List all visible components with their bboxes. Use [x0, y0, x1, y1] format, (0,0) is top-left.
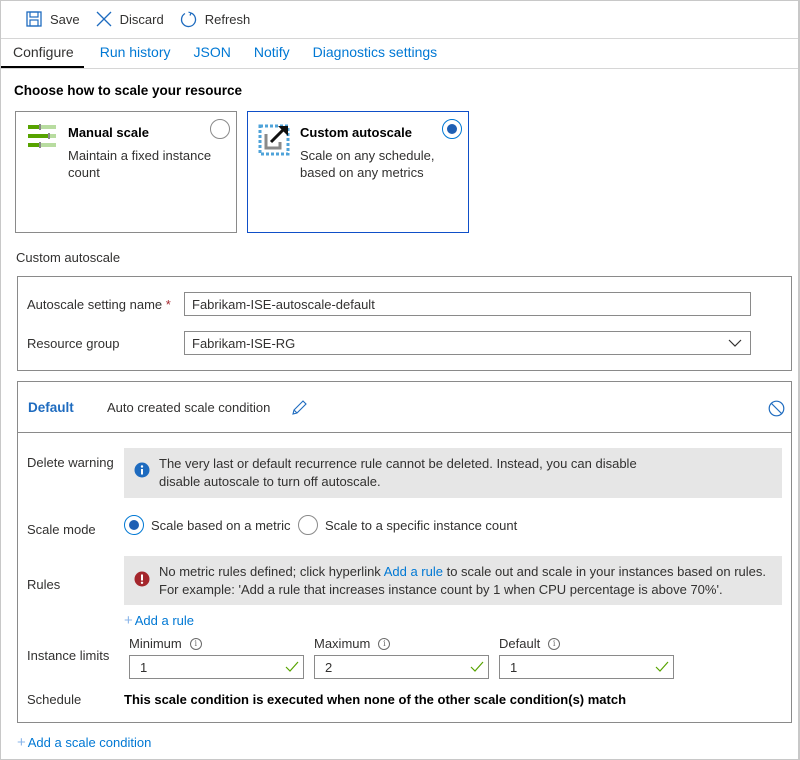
custom-autoscale-icon	[258, 124, 290, 156]
scale-mode-count-label: Scale to a specific instance count	[325, 517, 518, 533]
info-icon	[134, 462, 150, 478]
add-scale-condition-link[interactable]: + Add a scale condition	[17, 734, 151, 751]
instance-limits-label: Instance limits	[27, 648, 110, 663]
manual-scale-description: Maintain a fixed instance count	[68, 148, 212, 180]
manual-scale-radio[interactable]	[210, 119, 230, 139]
scale-mode-metric-label: Scale based on a metric	[151, 517, 291, 533]
scale-mode-count-radio[interactable]	[298, 515, 318, 535]
default-label: Default i	[499, 636, 561, 651]
checkmark-icon	[285, 661, 299, 672]
custom-autoscale-title: Custom autoscale	[300, 125, 412, 140]
scale-condition-header: Default Auto created scale condition	[18, 382, 791, 433]
custom-autoscale-description: Scale on any schedule, based on any metr…	[300, 148, 435, 180]
save-button[interactable]: Save	[26, 11, 80, 27]
add-scale-condition-label: Add a scale condition	[27, 735, 152, 750]
schedule-text: This scale condition is executed when no…	[124, 692, 627, 707]
edit-pencil-icon[interactable]	[290, 399, 308, 417]
chevron-down-icon	[728, 339, 742, 347]
condition-name: Auto created scale condition	[107, 400, 271, 415]
rules-message: No metric rules defined; click hyperlink…	[124, 556, 782, 605]
checkmark-icon	[655, 661, 669, 672]
default-value: 1	[510, 659, 518, 675]
save-icon	[26, 11, 42, 27]
scale-mode-metric-radio[interactable]	[124, 515, 144, 535]
delete-warning-line2: disable autoscale to turn off autoscale.	[159, 474, 381, 489]
minimum-input[interactable]: 1	[129, 655, 304, 679]
default-input[interactable]: 1	[499, 655, 674, 679]
autoscale-setting-name-value: Fabrikam-ISE-autoscale-default	[192, 296, 375, 312]
tab-bar: Configure Run history JSON Notify Diagno…	[0, 39, 800, 69]
refresh-button[interactable]: Refresh	[180, 10, 251, 28]
scale-choice-heading: Choose how to scale your resource	[14, 83, 243, 98]
rules-label: Rules	[27, 577, 61, 592]
plus-icon: +	[124, 612, 133, 629]
rules-msg-pre: No metric rules defined; click hyperlink	[159, 564, 384, 579]
tab-json[interactable]: JSON	[181, 44, 238, 68]
scale-mode-label: Scale mode	[27, 522, 96, 537]
resource-group-dropdown[interactable]: Fabrikam-ISE-RG	[184, 331, 751, 355]
error-icon	[134, 571, 150, 587]
delete-warning-message: The very last or default recurrence rule…	[124, 448, 782, 498]
condition-title: Default	[28, 400, 74, 415]
maximum-value: 2	[325, 659, 333, 675]
disable-icon[interactable]	[768, 400, 785, 417]
minimum-label: Minimum i	[129, 636, 202, 651]
discard-label: Discard	[119, 11, 164, 27]
rules-message-line2: For example: 'Add a rule that increases …	[159, 582, 723, 597]
custom-autoscale-radio[interactable]	[442, 119, 462, 139]
scale-mode-count-option[interactable]: Scale to a specific instance count	[298, 515, 517, 535]
command-bar: Save Discard Refresh	[0, 0, 800, 39]
add-rule-label: Add a rule	[134, 613, 195, 628]
refresh-label: Refresh	[204, 11, 251, 27]
scale-mode-metric-option[interactable]: Scale based on a metric	[124, 515, 290, 535]
tab-diagnostics-settings[interactable]: Diagnostics settings	[300, 44, 445, 68]
manual-scale-card[interactable]: Manual scale Maintain a fixed instance c…	[15, 111, 237, 233]
add-rule-inline-link[interactable]: Add a rule	[384, 564, 443, 579]
info-tooltip-icon[interactable]: i	[548, 637, 561, 650]
refresh-icon	[180, 10, 196, 27]
required-marker: *	[165, 297, 171, 312]
manual-scale-title: Manual scale	[68, 125, 149, 140]
maximum-input[interactable]: 2	[314, 655, 489, 679]
add-rule-link[interactable]: + Add a rule	[124, 612, 194, 629]
save-label: Save	[50, 11, 80, 27]
maximum-label: Maximum i	[314, 636, 391, 651]
schedule-label: Schedule	[27, 692, 82, 707]
minimum-label-text: Minimum	[129, 636, 182, 651]
custom-autoscale-section-label: Custom autoscale	[16, 250, 121, 265]
default-label-text: Default	[499, 636, 541, 651]
delete-warning-label: Delete warning	[27, 455, 114, 470]
delete-warning-line1: The very last or default recurrence rule…	[159, 456, 637, 471]
manual-scale-sliders-icon	[28, 124, 56, 148]
resource-group-label: Resource group	[27, 336, 120, 351]
setting-name-label: Autoscale setting name *	[27, 297, 171, 312]
scale-condition-box: Default Auto created scale condition Del…	[17, 381, 792, 723]
info-tooltip-icon[interactable]: i	[189, 637, 202, 650]
autoscale-setting-name-input[interactable]: Fabrikam-ISE-autoscale-default	[184, 292, 751, 316]
resource-group-value: Fabrikam-ISE-RG	[192, 335, 296, 351]
close-icon	[96, 11, 112, 27]
maximum-label-text: Maximum	[314, 636, 371, 651]
custom-autoscale-card[interactable]: Custom autoscale Scale on any schedule, …	[247, 111, 469, 233]
discard-button[interactable]: Discard	[96, 11, 164, 27]
autoscale-settings-box: Autoscale setting name * Fabrikam-ISE-au…	[17, 276, 792, 371]
tab-run-history[interactable]: Run history	[87, 44, 178, 68]
info-tooltip-icon[interactable]: i	[378, 637, 391, 650]
checkmark-icon	[470, 661, 484, 672]
rules-msg-post: to scale out and scale in your instances…	[442, 564, 766, 579]
minimum-value: 1	[140, 659, 148, 675]
plus-icon: +	[17, 734, 26, 751]
rules-message-line1: No metric rules defined; click hyperlink…	[159, 563, 782, 581]
setting-name-label-text: Autoscale setting name	[27, 297, 163, 312]
tab-notify[interactable]: Notify	[241, 44, 297, 68]
tab-configure[interactable]: Configure	[0, 44, 84, 68]
